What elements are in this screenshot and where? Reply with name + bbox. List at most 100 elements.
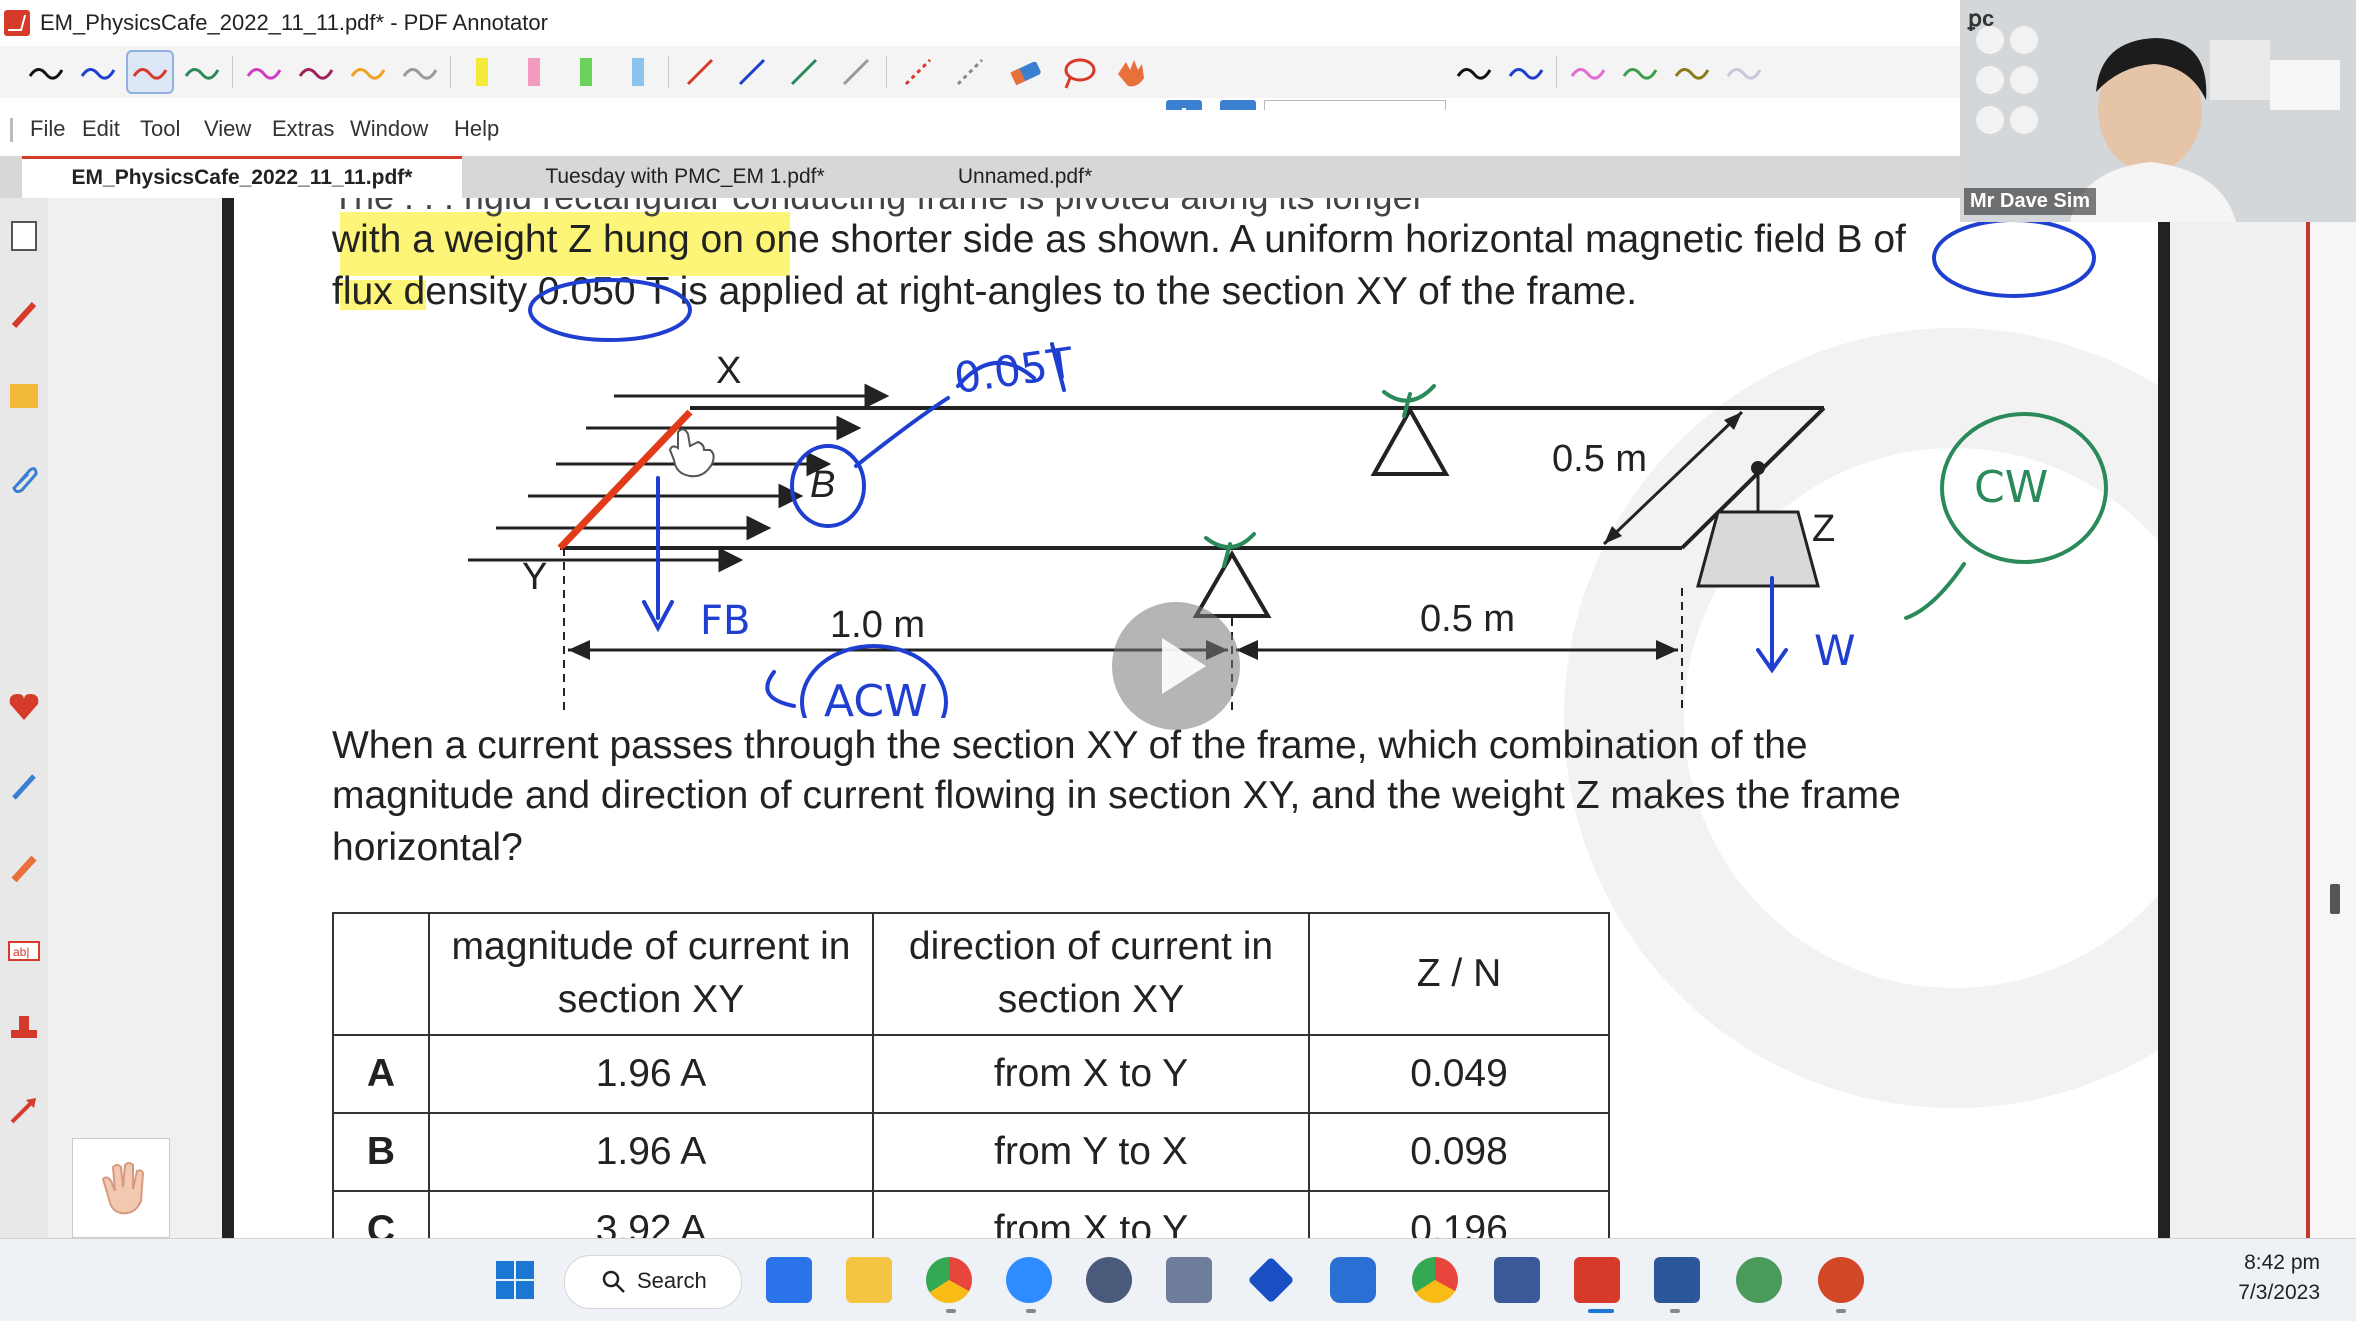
red-dashed-line-icon[interactable] (896, 52, 940, 92)
black-pen-icon[interactable] (24, 52, 68, 92)
green-line-icon[interactable] (782, 52, 826, 92)
grey-dashed-line-icon[interactable] (948, 52, 992, 92)
chrome-profile-icon[interactable] (1412, 1257, 1458, 1303)
hand-cursor-icon (668, 428, 715, 478)
scrollbar-thumb[interactable] (2330, 884, 2340, 914)
black-wave-pen-icon[interactable] (1452, 52, 1496, 92)
lasso-icon[interactable] (1056, 52, 1100, 92)
blue-highlighter-icon[interactable] (616, 52, 660, 92)
table-cell: 0.196 (1308, 1190, 1610, 1238)
question-line2: magnitude and direction of current flowi… (332, 774, 1901, 817)
menu-help[interactable]: Help (454, 116, 499, 142)
pen-tool-icon[interactable] (6, 296, 42, 332)
menu-extras[interactable]: Extras (272, 116, 334, 142)
vertical-scrollbar[interactable] (2310, 198, 2356, 1238)
table-cell: from X to Y (872, 1034, 1310, 1114)
hand-tool-icon[interactable] (1108, 52, 1152, 92)
table-cell: 1.96 A (428, 1112, 874, 1192)
menu-bar: File Edit Tool View Extras Window Help (0, 110, 1960, 150)
orange-pen-icon[interactable] (346, 52, 390, 92)
file-explorer-icon[interactable] (846, 1257, 892, 1303)
webcam-video-overlay: ꝑc Mr Dave Sim (1960, 0, 2356, 222)
label-x: X (716, 350, 742, 392)
page-border-right (2158, 198, 2170, 1238)
dimension-05m-side: 0.5 m (1552, 438, 1648, 480)
yellow-highlighter-icon[interactable] (460, 52, 504, 92)
label-b: B (810, 464, 836, 506)
question-line1: When a current passes through the sectio… (332, 724, 1808, 767)
maroon-pen-icon[interactable] (294, 52, 338, 92)
table-header-cell (332, 912, 430, 1036)
word-icon[interactable] (1654, 1257, 1700, 1303)
active-indicator (1588, 1309, 1614, 1313)
dimension-1m: 1.0 m (830, 604, 926, 646)
pc-logo-icon: ꝑc (1968, 6, 1995, 31)
left-tool-strip: ab| (0, 198, 48, 1238)
green-pen-icon[interactable] (180, 52, 224, 92)
marker-icon[interactable] (6, 768, 42, 804)
ink-annotation-w: W (1814, 626, 1856, 675)
table-row: A 1.96 A from X to Y 0.049 (332, 1034, 1610, 1114)
table-cell: 3.92 A (428, 1190, 874, 1238)
tab-tuesday-pmc[interactable]: Tuesday with PMC_EM 1.pdf* (480, 156, 890, 198)
select-box-icon[interactable] (6, 218, 42, 254)
clock-date[interactable]: 7/3/2023 (2206, 1281, 2320, 1305)
red-pen-icon[interactable] (126, 50, 174, 94)
tab-unnamed[interactable]: Unnamed.pdf* (900, 156, 1150, 198)
eraser-icon[interactable] (1004, 52, 1048, 92)
light-wave-pen-icon[interactable] (1722, 52, 1766, 92)
green-wave-pen-icon[interactable] (1618, 52, 1662, 92)
highlighter-icon[interactable] (6, 850, 42, 886)
video-play-button[interactable] (1112, 602, 1240, 730)
text-box-icon[interactable]: ab| (6, 932, 42, 968)
blue-pen-icon[interactable] (76, 52, 120, 92)
paperclip-icon[interactable] (6, 460, 42, 496)
jump-desktop-icon[interactable] (1247, 1256, 1295, 1304)
grey-pen-icon[interactable] (398, 52, 442, 92)
question-line3: horizontal? (332, 826, 523, 869)
table-cell: from X to Y (872, 1190, 1310, 1238)
calculator-icon[interactable] (1166, 1257, 1212, 1303)
menu-edit[interactable]: Edit (82, 116, 120, 142)
menu-file[interactable]: File (30, 116, 65, 142)
menu-tool[interactable]: Tool (140, 116, 180, 142)
compass-app-icon[interactable] (1086, 1257, 1132, 1303)
clock-time[interactable]: 8:42 pm (2236, 1251, 2320, 1275)
windows-start-icon[interactable] (492, 1257, 538, 1303)
powerpoint-icon[interactable] (1818, 1257, 1864, 1303)
table-header-cell: direction of current in section XY (872, 912, 1310, 1036)
olive-wave-pen-icon[interactable] (1670, 52, 1714, 92)
table-cell: 1.96 A (428, 1034, 874, 1114)
windows-taskbar: Search 8:42 pm 7/3/2023 (0, 1238, 2356, 1321)
arrow-tool-icon[interactable] (6, 1092, 42, 1128)
ink-annotation-cw: CW (1974, 462, 2049, 513)
taskbar-search[interactable]: Search (564, 1255, 742, 1309)
presentation-app-icon[interactable] (1494, 1257, 1540, 1303)
note-icon[interactable] (6, 378, 42, 414)
favorites-heart-icon[interactable] (6, 688, 42, 724)
table-cell: C (332, 1190, 430, 1238)
raise-hand-panel[interactable] (72, 1138, 170, 1238)
menu-view[interactable]: View (204, 116, 251, 142)
stamp-icon[interactable] (6, 1010, 42, 1046)
menu-grip (10, 118, 13, 142)
menu-window[interactable]: Window (350, 116, 428, 142)
green-highlighter-icon[interactable] (564, 52, 608, 92)
network-app-icon[interactable] (1736, 1257, 1782, 1303)
pdf-annotator-taskbar-icon[interactable] (1574, 1257, 1620, 1303)
dropbox-icon[interactable] (766, 1257, 812, 1303)
magenta-pen-icon[interactable] (242, 52, 286, 92)
pink-highlighter-icon[interactable] (512, 52, 556, 92)
search-icon (602, 1270, 625, 1293)
grey-line-icon[interactable] (834, 52, 878, 92)
table-header-cell: Z / N (1308, 912, 1610, 1036)
zoom-icon[interactable] (1006, 1257, 1052, 1303)
tab-em-physicscafe[interactable]: EM_PhysicsCafe_2022_11_11.pdf* (22, 156, 462, 198)
chat-app-icon[interactable] (1330, 1257, 1376, 1303)
chrome-icon[interactable] (926, 1257, 972, 1303)
red-line-icon[interactable] (678, 52, 722, 92)
navy-wave-pen-icon[interactable] (1504, 52, 1548, 92)
blue-line-icon[interactable] (730, 52, 774, 92)
table-cell: A (332, 1034, 430, 1114)
pink-wave-pen-icon[interactable] (1566, 52, 1610, 92)
